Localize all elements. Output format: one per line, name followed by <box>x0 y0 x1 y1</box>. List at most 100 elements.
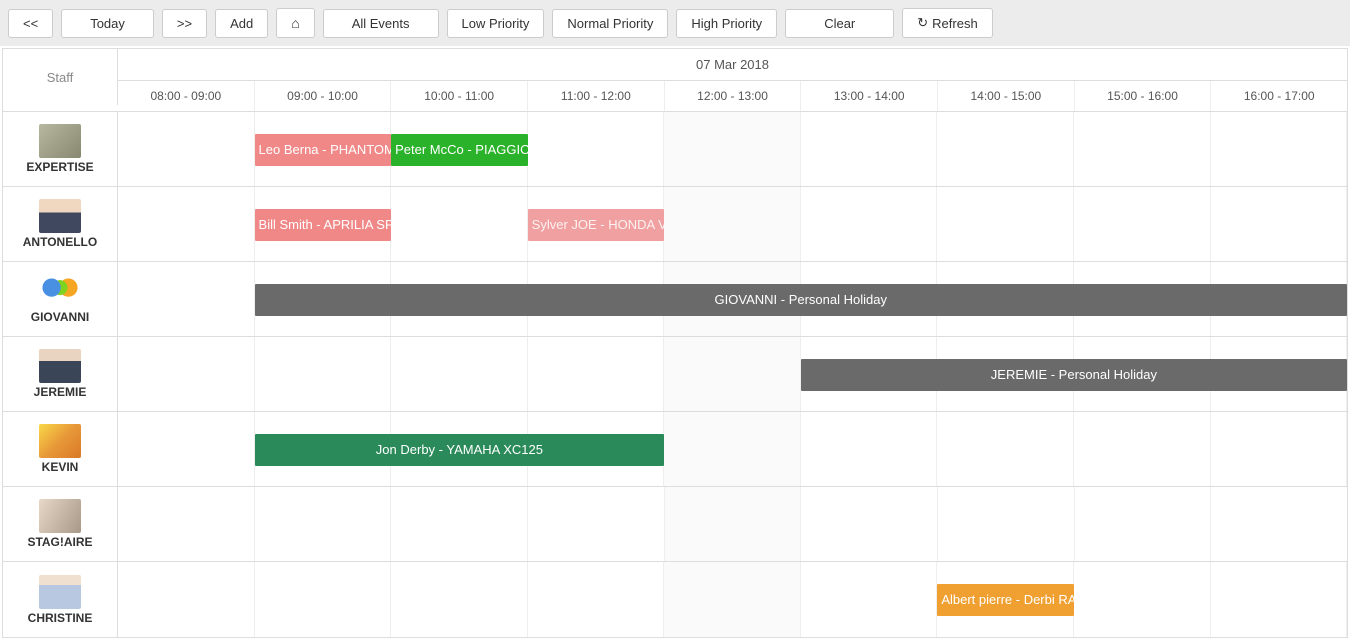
lane-cell[interactable] <box>937 187 1074 261</box>
time-header-cell: 10:00 - 11:00 <box>391 81 528 111</box>
lane-cell[interactable] <box>937 412 1074 486</box>
lane-cell[interactable] <box>1211 562 1348 637</box>
staff-row: CHRISTINEAlbert pierre - Derbi RAI <box>3 562 1347 637</box>
lane-cell[interactable] <box>255 487 392 561</box>
toolbar: << Today >> Add All Events Low Priority … <box>0 0 1350 46</box>
lane-cell[interactable] <box>118 262 255 336</box>
lane-cell[interactable] <box>1211 187 1348 261</box>
event[interactable]: JEREMIE - Personal Holiday <box>801 359 1347 391</box>
staff-name-label: EXPERTISE <box>26 160 93 174</box>
staff-row: GIOVANNI GIOVANNI - Personal Holiday <box>3 262 1347 337</box>
today-button[interactable]: Today <box>61 9 154 38</box>
lane-cell[interactable] <box>391 562 528 637</box>
time-header-cell: 08:00 - 09:00 <box>118 81 255 111</box>
lane[interactable]: JEREMIE - Personal Holiday <box>118 337 1347 411</box>
lane-cell[interactable] <box>528 487 665 561</box>
lane-cell[interactable] <box>801 187 938 261</box>
lane-cell[interactable] <box>528 337 665 411</box>
avatar <box>39 575 81 609</box>
staff-row: ANTONELLOBill Smith - APRILIA SPSylver J… <box>3 187 1347 262</box>
next-button[interactable]: >> <box>162 9 207 38</box>
lane-cell[interactable] <box>1074 412 1211 486</box>
lane-cell[interactable] <box>528 112 665 186</box>
lane-cell[interactable] <box>938 487 1075 561</box>
header-row: Staff 07 Mar 2018 08:00 - 09:0009:00 - 1… <box>3 49 1347 112</box>
lane-cell[interactable] <box>801 562 938 637</box>
low-priority-button[interactable]: Low Priority <box>447 9 545 38</box>
lane[interactable]: Jon Derby - YAMAHA XC125 <box>118 412 1347 486</box>
lane-cell[interactable] <box>391 187 528 261</box>
lane-cell[interactable] <box>937 112 1074 186</box>
avatar <box>39 199 81 233</box>
lane-cell[interactable] <box>1074 187 1211 261</box>
avatar <box>39 499 81 533</box>
event[interactable]: Albert pierre - Derbi RAI <box>937 584 1074 616</box>
lane-cell[interactable] <box>1211 112 1348 186</box>
lane-cell[interactable] <box>664 562 801 637</box>
time-header-cell: 13:00 - 14:00 <box>801 81 938 111</box>
event[interactable]: Bill Smith - APRILIA SP <box>255 209 392 241</box>
event[interactable]: Jon Derby - YAMAHA XC125 <box>255 434 665 466</box>
lane-cell[interactable] <box>1075 487 1212 561</box>
staff-name-label: KEVIN <box>42 460 79 474</box>
refresh-button[interactable]: Refresh <box>902 8 992 38</box>
lane-cell[interactable] <box>528 562 665 637</box>
time-header-cell: 09:00 - 10:00 <box>255 81 392 111</box>
avatar <box>39 349 81 383</box>
lane-cell[interactable] <box>664 337 801 411</box>
lane-cell[interactable] <box>118 187 255 261</box>
lane-cell[interactable] <box>118 112 255 186</box>
lane-cell[interactable] <box>801 487 938 561</box>
date-header: 07 Mar 2018 <box>118 49 1347 81</box>
event[interactable]: Peter McCo - PIAGGIO <box>391 134 528 166</box>
lane-cell[interactable] <box>118 487 255 561</box>
all-events-button[interactable]: All Events <box>323 9 439 38</box>
lane[interactable]: Bill Smith - APRILIA SP Sylver JOE - HOND… <box>118 187 1347 261</box>
lane-cell[interactable] <box>1074 562 1211 637</box>
avatar <box>39 424 81 458</box>
home-button[interactable] <box>276 8 314 38</box>
staff-cell: KEVIN <box>3 412 118 486</box>
prev-button[interactable]: << <box>8 9 53 38</box>
staff-row: JEREMIE JEREMIE - Personal Holiday <box>3 337 1347 412</box>
staff-name-label: JEREMIE <box>34 385 87 399</box>
lane[interactable]: Leo Berna - PHANTOMPeter McCo - PIAGGIO <box>118 112 1347 186</box>
event[interactable]: GIOVANNI - Personal Holiday <box>255 284 1347 316</box>
lane[interactable]: Albert pierre - Derbi RAI <box>118 562 1347 637</box>
lane-cell[interactable] <box>664 112 801 186</box>
lane-cell[interactable] <box>1211 487 1347 561</box>
time-header-cell: 14:00 - 15:00 <box>938 81 1075 111</box>
high-priority-button[interactable]: High Priority <box>676 9 777 38</box>
time-header-cell: 15:00 - 16:00 <box>1075 81 1212 111</box>
lane-cell[interactable] <box>1074 112 1211 186</box>
event[interactable]: Sylver JOE - HONDA VFR 800 FI <box>528 209 665 241</box>
lane-cell[interactable] <box>664 187 801 261</box>
lane-cell[interactable] <box>1211 412 1348 486</box>
lane-cell[interactable] <box>255 337 392 411</box>
staff-row: KEVIN Jon Derby - YAMAHA XC125 <box>3 412 1347 487</box>
lane-cell[interactable] <box>391 337 528 411</box>
add-button[interactable]: Add <box>215 9 268 38</box>
lane-cell[interactable] <box>118 412 255 486</box>
lane[interactable] <box>118 487 1347 561</box>
lane-cell[interactable] <box>801 412 938 486</box>
lane-cell[interactable] <box>118 337 255 411</box>
avatar <box>39 124 81 158</box>
normal-priority-button[interactable]: Normal Priority <box>552 9 668 38</box>
staff-name-label: STAG!AIRE <box>27 535 92 549</box>
avatar <box>39 274 81 308</box>
lane-cell[interactable] <box>118 562 255 637</box>
staff-name-label: GIOVANNI <box>31 310 89 324</box>
lane[interactable]: GIOVANNI - Personal Holiday <box>118 262 1347 336</box>
lane-cell[interactable] <box>801 112 938 186</box>
lane-cell[interactable] <box>664 412 801 486</box>
clear-button[interactable]: Clear <box>785 9 894 38</box>
staff-row: STAG!AIRE <box>3 487 1347 562</box>
event[interactable]: Leo Berna - PHANTOM <box>255 134 392 166</box>
time-header-cell: 11:00 - 12:00 <box>528 81 665 111</box>
lane-cell[interactable] <box>391 487 528 561</box>
staff-row: EXPERTISE Leo Berna - PHANTOMPeter McCo -… <box>3 112 1347 187</box>
lane-cell[interactable] <box>665 487 802 561</box>
lane-cell[interactable] <box>255 562 392 637</box>
refresh-icon <box>917 15 928 31</box>
